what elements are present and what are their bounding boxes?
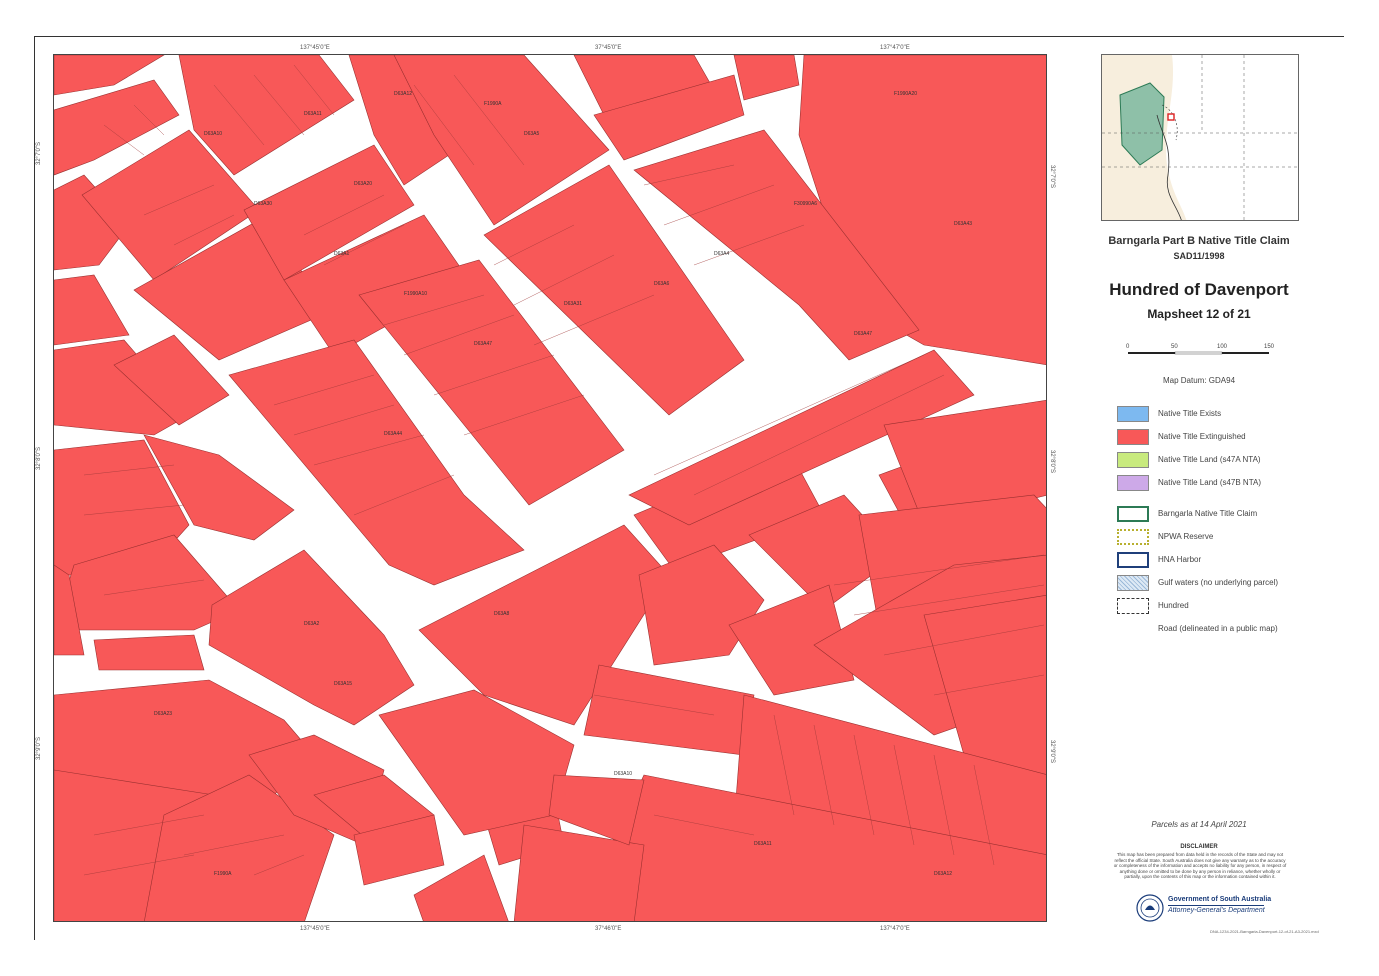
swatch-npwa-reserve	[1117, 529, 1149, 545]
legend-label: Hundred	[1158, 601, 1189, 610]
parcel-label: D63A47	[854, 331, 872, 337]
coord-top-1: 137°45'0"E	[300, 45, 330, 51]
coord-right-3: 32°9'0"S	[1049, 740, 1055, 764]
logo-divider	[1168, 905, 1264, 906]
hundred-title: Hundred of Davenport	[1109, 280, 1289, 299]
claim-number: SAD11/1998	[1173, 251, 1225, 261]
parcel-map[interactable]: D63A10 D63A11 D63A12 F1990A D63A5 D63A30 D63A2…	[53, 54, 1047, 922]
legend-label: Native Title Exists	[1158, 409, 1222, 418]
locator-inset-map	[1101, 54, 1299, 221]
parcel-label: D63A10	[614, 771, 632, 777]
parcel-label: D63A5	[524, 131, 540, 137]
parcel-block	[93, 634, 205, 671]
swatch-s47b	[1117, 475, 1149, 491]
parcel-label: D63A30	[254, 201, 272, 207]
coord-right-1: 32°7'0"S	[1049, 165, 1055, 189]
coord-left-1: 32°7'0"S	[36, 141, 42, 165]
government-name: Government of South Australia	[1168, 896, 1272, 903]
parcel-label: D63A4	[714, 251, 730, 257]
legend-label: HNA Harbor	[1158, 555, 1202, 564]
swatch-native-title-exists	[1117, 406, 1149, 422]
parcel-label: D63A12	[934, 871, 952, 877]
parcel-label: D63A6	[654, 281, 670, 287]
legend-label: Native Title Land (s47B NTA)	[1158, 478, 1262, 487]
swatch-hundred	[1117, 598, 1149, 614]
coord-left-2: 32°8'0"S	[36, 446, 42, 470]
parcel-label: F1990A20	[894, 91, 917, 97]
coord-bottom-3: 137°47'0"E	[880, 926, 910, 932]
swatch-native-title-extinguished	[1117, 429, 1149, 445]
map-datum: Map Datum: GDA94	[1162, 376, 1236, 385]
parcel-label: F1990A	[484, 101, 502, 107]
legend-label: Gulf waters (no underlying parcel)	[1158, 578, 1279, 587]
scale-label-50: 50	[1171, 344, 1178, 350]
swatch-claim-boundary	[1117, 506, 1149, 522]
parcel-label: D63A47	[474, 341, 492, 347]
parcel-label: D63A10	[204, 131, 222, 137]
parcel-label: D63A31	[564, 301, 582, 307]
scale-label-0: 0	[1126, 344, 1130, 350]
disclaimer-title: DISCLAIMER	[1180, 844, 1218, 850]
parcel-label: D63A11	[754, 841, 772, 847]
coord-left-3: 32°9'0"S	[36, 736, 42, 760]
coord-bottom-1: 137°45'0"E	[300, 926, 330, 932]
swatch-hna-harbor	[1117, 552, 1149, 568]
parcel-map-svg: D63A10 D63A11 D63A12 F1990A D63A5 D63A30 D63A2…	[54, 55, 1046, 921]
parcel-label: D63A1	[334, 251, 350, 257]
parcel-label: D63A23	[154, 711, 172, 717]
parcel-label: F30990A6	[794, 201, 817, 207]
department-name: Attorney-General's Department	[1168, 907, 1265, 914]
parcel-label: D63A44	[384, 431, 402, 437]
parcel-label: F1990A	[214, 871, 232, 877]
legend-label: Barngarla Native Title Claim	[1158, 509, 1258, 518]
legend-label: Road (delineated in a public map)	[1158, 624, 1278, 633]
parcel-label: D63A15	[334, 681, 352, 687]
parcel-label: D63A2	[304, 621, 320, 627]
government-crest-icon	[1135, 893, 1165, 923]
disclaimer-text: This map has been prepared from data hel…	[1113, 852, 1287, 879]
swatch-s47a	[1117, 452, 1149, 468]
swatch-road	[1117, 621, 1149, 637]
mapsheet-title: Mapsheet 12 of 21	[1147, 307, 1251, 321]
parcel-label: D63A11	[304, 111, 322, 117]
parcel-label: F1990A10	[404, 291, 427, 297]
parcel-label: D63A8	[494, 611, 510, 617]
scale-label-150: 150	[1264, 344, 1275, 350]
parcel-label: D63A43	[954, 221, 972, 227]
coord-right-2: 32°8'0"S	[1049, 450, 1055, 474]
scale-label-100: 100	[1217, 344, 1228, 350]
parcel-label: D63A20	[354, 181, 372, 187]
legend-label: NPWA Reserve	[1158, 532, 1214, 541]
scale-bar: 0 50 100 150	[1124, 344, 1274, 358]
coord-top-2: 37°45'0"E	[595, 45, 622, 51]
locator-inset-svg	[1102, 55, 1298, 220]
legend-label: Native Title Land (s47A NTA)	[1158, 455, 1261, 464]
parcel-blocks	[54, 55, 1046, 921]
file-reference: DNA-1234-2021-Barngarla-Davenport-12-of-…	[1210, 929, 1319, 934]
parcels-date: Parcels as at 14 April 2021	[1151, 820, 1247, 829]
coord-top-3: 137°47'0"E	[880, 45, 910, 51]
claim-title: Barngarla Part B Native Title Claim	[1108, 235, 1290, 247]
coord-bottom-2: 37°46'0"E	[595, 926, 622, 932]
swatch-gulf-waters	[1117, 575, 1149, 591]
legend-label: Native Title Extinguished	[1158, 432, 1246, 441]
parcel-label: D63A12	[394, 91, 412, 97]
